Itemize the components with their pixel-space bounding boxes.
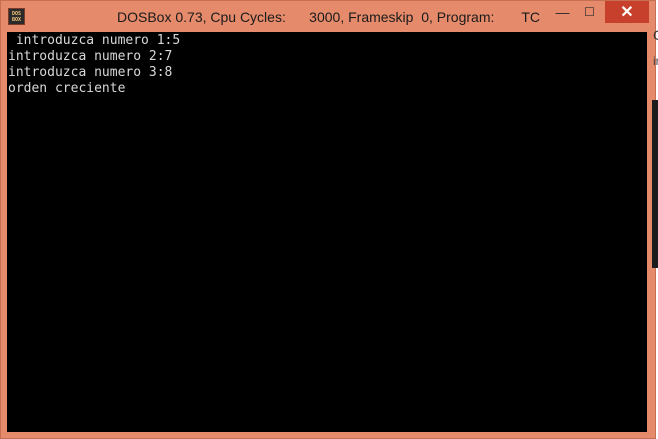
icon-text-line-2: BOX	[11, 16, 22, 23]
dos-screen[interactable]: introduzca numero 1:5 introduzca numero …	[7, 32, 647, 432]
minimize-icon: —	[555, 4, 570, 20]
maximize-button[interactable]: ☐	[576, 1, 603, 23]
terminal-line: orden creciente	[8, 81, 126, 96]
close-icon: ✕	[620, 4, 634, 21]
terminal-line: introduzca numero 3:8	[8, 65, 173, 80]
terminal-line: introduzca numero 2:7	[8, 49, 173, 64]
window-title: DOSBox 0.73, Cpu Cycles: 3000, Frameskip…	[117, 9, 541, 25]
dosbox-icon[interactable]: DOS BOX	[8, 8, 25, 25]
close-button[interactable]: ✕	[605, 1, 649, 23]
terminal-output: introduzca numero 1:5 introduzca numero …	[8, 33, 180, 97]
background-window-text: C	[653, 27, 658, 43]
title-bar[interactable]: DOS BOX DOSBox 0.73, Cpu Cycles: 3000, F…	[1, 1, 655, 32]
terminal-line: introduzca numero 1:5	[8, 33, 181, 48]
background-window-edge	[652, 100, 658, 268]
background-window-text: in	[653, 54, 658, 68]
dosbox-window: DOS BOX DOSBox 0.73, Cpu Cycles: 3000, F…	[0, 0, 656, 439]
minimize-button[interactable]: —	[549, 1, 576, 23]
maximize-icon: ☐	[584, 5, 595, 19]
